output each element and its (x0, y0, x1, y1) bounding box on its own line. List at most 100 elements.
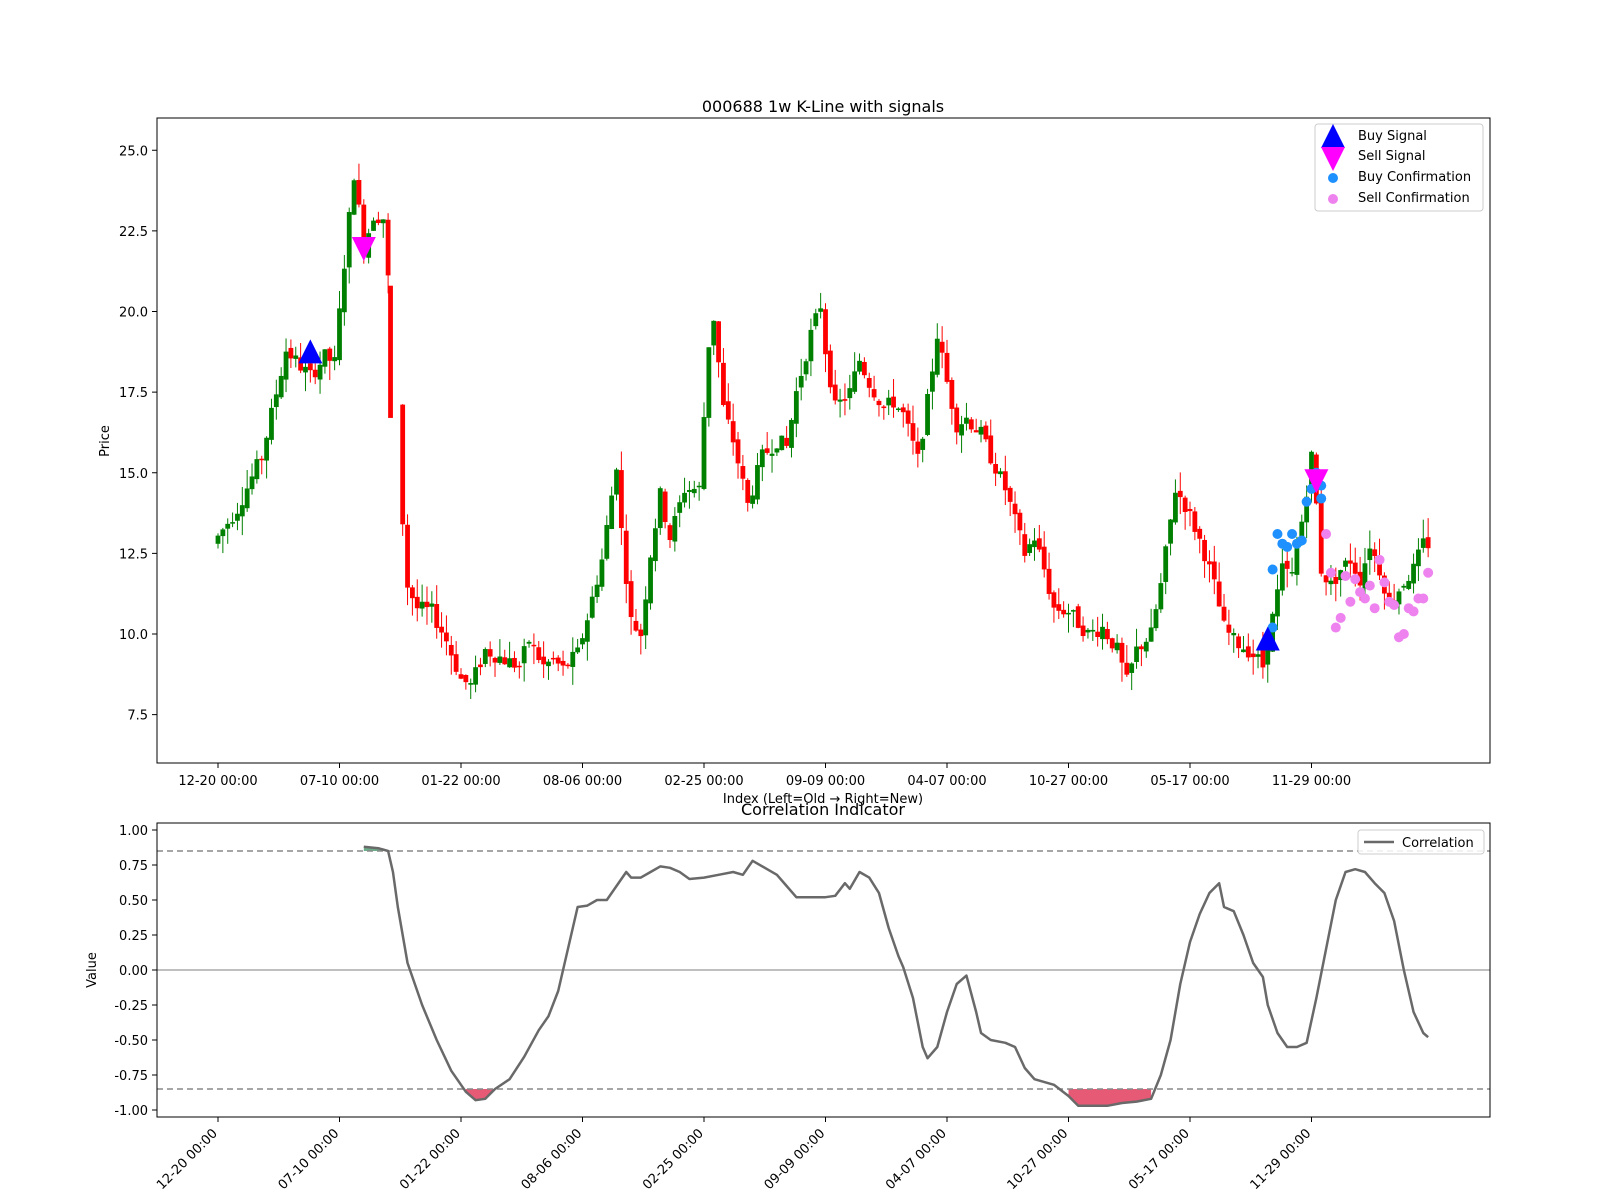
candle-body (983, 425, 989, 440)
candle-body (1080, 625, 1086, 637)
y-tick-label: -0.50 (114, 1034, 148, 1049)
candle-body (1420, 538, 1426, 548)
candle-body (1401, 585, 1407, 588)
candle-body (317, 364, 323, 380)
candle-body (1085, 629, 1091, 633)
candle-body (225, 523, 231, 529)
candle-body (701, 417, 707, 489)
candle-body (463, 674, 469, 683)
y-tick-label: 0.75 (119, 859, 148, 874)
candle-body (677, 502, 683, 513)
candle-body (439, 626, 444, 633)
candle-body (696, 485, 702, 488)
candle-body (1095, 631, 1101, 638)
candle-body (1231, 632, 1237, 636)
candle-body (1163, 546, 1169, 582)
candle-body (380, 219, 386, 224)
candle-body (1119, 642, 1125, 663)
legend-correlation: Correlation (1402, 836, 1474, 851)
candle-body (823, 309, 828, 355)
candle-body (371, 220, 376, 231)
candle-body (1367, 548, 1373, 561)
correlation-y-label: Value (85, 952, 100, 988)
candle-body (1090, 629, 1096, 632)
candle-body (1168, 519, 1173, 544)
candle-body (789, 419, 794, 448)
candle-body (998, 471, 1003, 475)
candle-body (327, 348, 333, 361)
buy-confirmation-point (1267, 564, 1278, 575)
candle-body (531, 644, 537, 647)
candle-body (546, 661, 551, 667)
candle-body (1406, 580, 1412, 589)
candle-body (1027, 544, 1033, 553)
candle-body (516, 665, 522, 668)
candle-body (264, 437, 269, 461)
y-tick-label: 0.00 (119, 964, 148, 979)
candle-body (235, 513, 240, 521)
sell-confirmation-point (1340, 570, 1351, 581)
candle-body (215, 535, 221, 544)
candle-body (434, 604, 440, 628)
candle-body (682, 492, 687, 503)
candle-body (866, 378, 872, 388)
buy-confirmation-point (1272, 529, 1283, 540)
candle-body (259, 458, 265, 461)
buy-confirmation-legend-icon (1328, 173, 1338, 183)
candle-body (648, 557, 653, 604)
candle-body (599, 559, 605, 587)
candle-body (1109, 638, 1115, 649)
candle-body (779, 435, 785, 451)
candle-body (560, 660, 566, 666)
candle-body (633, 620, 639, 631)
candle-body (1075, 606, 1081, 628)
candle-body (536, 647, 542, 661)
candle-body (341, 268, 347, 313)
candle-body (1255, 654, 1261, 657)
candle-body (388, 285, 393, 418)
candle-body (687, 489, 692, 492)
candle-body (429, 603, 435, 607)
y-tick-label: 12.5 (119, 547, 148, 562)
candle-body (827, 350, 833, 388)
candle-body (891, 396, 896, 408)
candle-body (1002, 471, 1008, 491)
x-tick-label: 02-25 00:00 (664, 774, 743, 789)
candle-body (852, 371, 858, 392)
candle-body (925, 394, 930, 435)
candle-body (1197, 528, 1203, 539)
candle-body (521, 646, 527, 664)
candle-body (711, 320, 717, 346)
x-tick-label: 05-17 00:00 (1150, 774, 1229, 789)
candle-body (1241, 649, 1246, 653)
candle-body (1046, 568, 1052, 594)
candle-body (293, 355, 299, 359)
candle-body (1207, 561, 1212, 565)
candle-body (954, 407, 960, 433)
candle-body (482, 649, 488, 664)
candle-body (934, 338, 940, 375)
candle-body (1202, 539, 1207, 562)
candle-body (725, 401, 731, 420)
sell-confirmation-point (1359, 593, 1370, 604)
candle-body (254, 459, 260, 480)
figure: 000688 1w K-Line with signals 7.5 10.0 12.… (0, 0, 1600, 1200)
sell-confirmation-point (1389, 599, 1400, 610)
candle-body (900, 407, 906, 413)
candle-body (614, 469, 619, 495)
candle-body (594, 584, 600, 597)
candle-body (628, 581, 634, 618)
candle-body (896, 408, 901, 411)
candle-body (507, 658, 512, 668)
y-tick-label: 20.0 (119, 306, 148, 321)
candle-body (818, 308, 824, 312)
candle-body (716, 321, 721, 363)
y-tick-label: 0.50 (119, 894, 148, 909)
candle-body (1070, 610, 1076, 612)
candle-body (730, 421, 736, 443)
candle-body (623, 530, 629, 584)
correlation-legend: Correlation (1357, 829, 1485, 855)
y-tick-label: -0.25 (114, 999, 148, 1014)
kline-y-label: Price (98, 425, 113, 457)
candle-body (312, 369, 318, 378)
